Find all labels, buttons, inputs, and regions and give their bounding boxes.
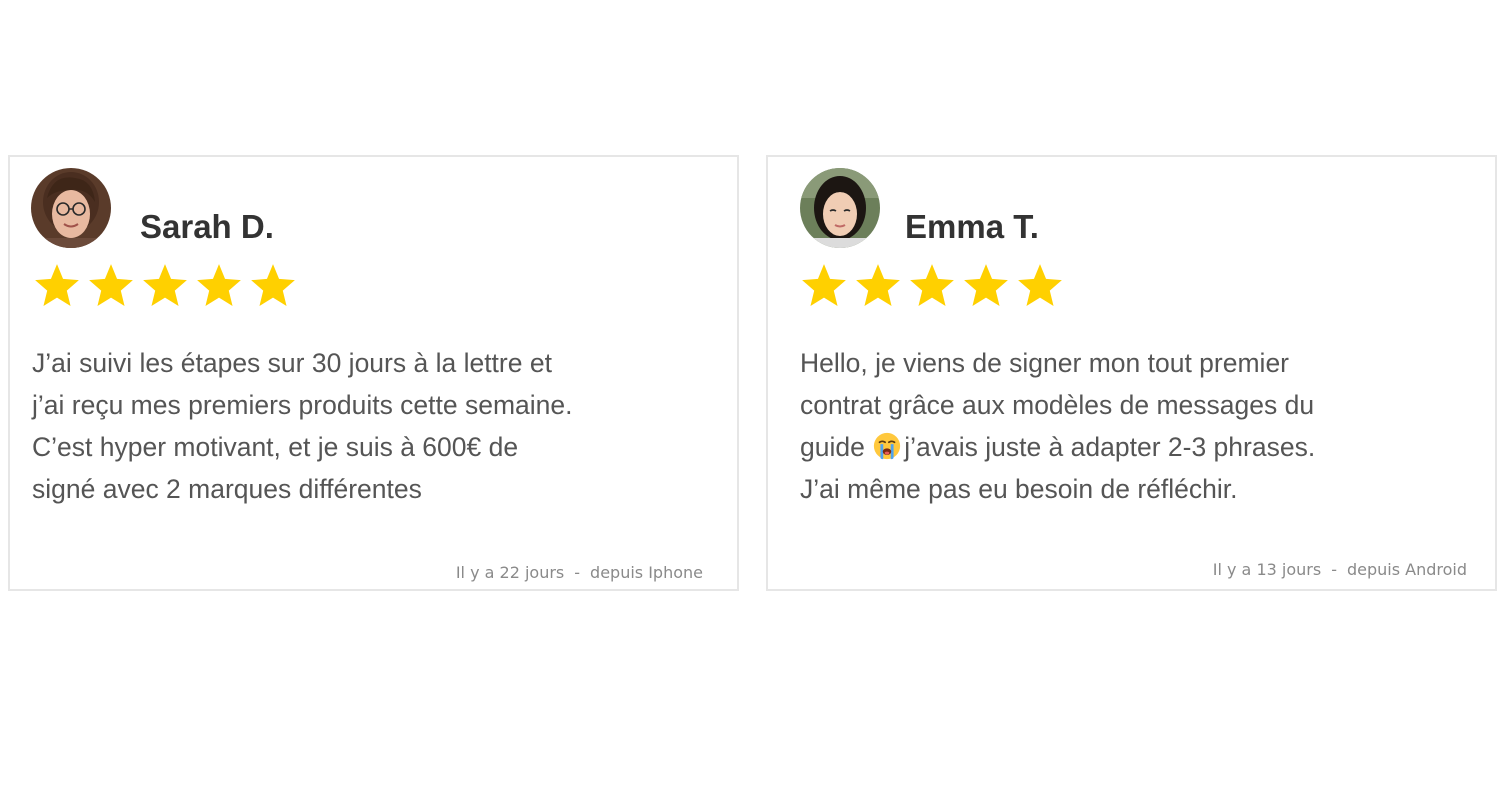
review-line: J’ai suivi les étapes sur 30 jours à la … xyxy=(32,348,552,378)
avatar xyxy=(31,168,111,248)
review-line: contrat grâce aux modèles de messages du xyxy=(800,390,1315,420)
avatar xyxy=(800,168,880,248)
star-icon xyxy=(89,264,133,306)
review-line: guide j’avais juste à adapter 2-3 phrase… xyxy=(800,426,1440,468)
star-icon xyxy=(856,264,900,306)
review-line-end: j’avais juste à adapter 2-3 phrases. xyxy=(904,432,1316,462)
review-card: Sarah D. J’ai suivi les étapes sur 30 jo… xyxy=(8,155,739,591)
star-icon xyxy=(197,264,241,306)
meta-separator: - xyxy=(1331,560,1337,579)
star-rating xyxy=(799,261,1065,311)
reviewer-name: Sarah D. xyxy=(140,208,274,245)
star-icon xyxy=(802,264,846,306)
review-meta: Il y a 22 jours - depuis Iphone xyxy=(456,563,703,582)
review-card: Emma T. Hello, je viens de signer mon to… xyxy=(766,155,1497,591)
review-source: depuis Android xyxy=(1346,560,1467,579)
star-icon xyxy=(251,264,295,306)
star-icon xyxy=(35,264,79,306)
review-line-start: guide xyxy=(800,432,865,462)
review-time: Il y a 13 jours xyxy=(1212,560,1322,579)
crying-face-icon xyxy=(874,432,901,460)
review-time: Il y a 22 jours xyxy=(455,563,565,582)
review-line: Hello, je viens de signer mon tout premi… xyxy=(800,348,1290,378)
star-icon xyxy=(1018,264,1062,306)
reviewer-name: Emma T. xyxy=(905,208,1039,245)
star-icon xyxy=(910,264,954,306)
review-text: J’ai suivi les étapes sur 30 jours à la … xyxy=(32,342,672,510)
review-line: j’ai reçu mes premiers produits cette se… xyxy=(32,390,573,420)
review-line: C’est hyper motivant, et je suis à 600€ … xyxy=(32,432,519,462)
review-source: depuis Iphone xyxy=(590,563,703,582)
review-text: Hello, je viens de signer mon tout premi… xyxy=(800,342,1440,510)
review-meta: Il y a 13 jours - depuis Android xyxy=(1213,560,1467,579)
star-icon xyxy=(964,264,1008,306)
star-icon xyxy=(143,264,187,306)
review-line: J’ai même pas eu besoin de réfléchir. xyxy=(800,474,1238,504)
meta-separator: - xyxy=(574,563,581,582)
star-rating xyxy=(32,261,298,311)
review-line: signé avec 2 marques différentes xyxy=(32,474,422,504)
